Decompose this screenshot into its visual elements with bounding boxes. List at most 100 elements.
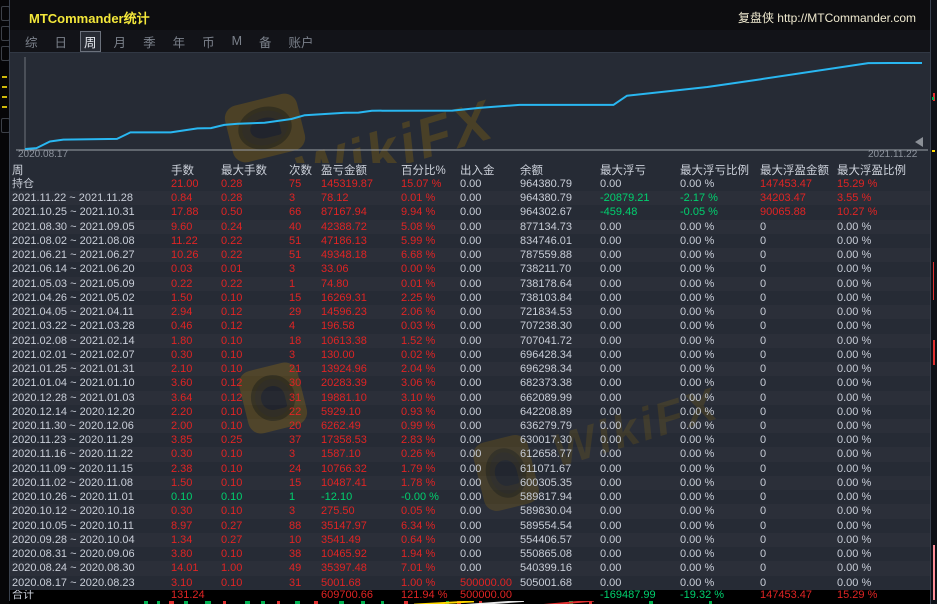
menu-item-账户[interactable]: 账户: [285, 31, 318, 52]
header-cell[interactable]: 最大手数: [221, 162, 289, 177]
header-cell[interactable]: 百分比%: [401, 162, 460, 177]
header-cell[interactable]: 最大浮亏: [600, 162, 680, 177]
cell: 0.00 %: [680, 533, 760, 547]
cell: 5.99 %: [401, 234, 460, 248]
cell: 0.00: [600, 405, 680, 419]
table-row[interactable]: 2021.08.02 ~ 2021.08.0811.220.225147186.…: [10, 234, 931, 248]
table-row[interactable]: 2021.02.01 ~ 2021.02.070.300.103130.000.…: [10, 348, 931, 362]
cell: 0.00: [460, 277, 520, 291]
table-row[interactable]: 2021.04.26 ~ 2021.05.021.500.101516269.3…: [10, 291, 931, 305]
cell: 0.00 %: [680, 405, 760, 419]
cell: 15.07 %: [401, 177, 460, 191]
cell: 0.30: [171, 504, 221, 518]
cell: 121.94 %: [401, 590, 460, 601]
cell: 1.00 %: [401, 576, 460, 590]
cell: -20879.21: [600, 191, 680, 205]
cell: 10.27 %: [837, 205, 931, 219]
cell: 0.00 %: [837, 319, 931, 333]
header-cell[interactable]: 出入金: [460, 162, 520, 177]
cell: 0: [760, 234, 837, 248]
cell: 682373.38: [520, 376, 600, 390]
cell: 40: [289, 220, 321, 234]
cell: 0.00 %: [837, 576, 931, 590]
cell: 500000.00: [460, 576, 520, 590]
menu-item-M[interactable]: M: [228, 33, 246, 49]
table-row[interactable]: 2020.10.05 ~ 2020.10.118.970.278835147.9…: [10, 519, 931, 533]
table-row[interactable]: 2021.01.25 ~ 2021.01.312.100.102113924.9…: [10, 362, 931, 376]
cell: 0.00: [600, 419, 680, 433]
header-cell[interactable]: 盈亏金额: [321, 162, 401, 177]
table-row[interactable]: 2020.11.30 ~ 2020.12.062.000.10206262.49…: [10, 419, 931, 433]
table-row[interactable]: 2020.11.16 ~ 2020.11.220.300.1031587.100…: [10, 447, 931, 461]
cell: 0.00: [600, 476, 680, 490]
menu-item-季[interactable]: 季: [139, 31, 160, 52]
cell: 196.58: [321, 319, 401, 333]
cell: 0.00 %: [680, 476, 760, 490]
table-row[interactable]: 2021.10.25 ~ 2021.10.3117.880.506687167.…: [10, 205, 931, 219]
table-row[interactable]: 2021.02.08 ~ 2021.02.141.800.101810613.3…: [10, 334, 931, 348]
header-cell[interactable]: 余额: [520, 162, 600, 177]
table-row[interactable]: 持仓21.000.2875145319.8715.07 %0.00964380.…: [10, 177, 931, 191]
table-row[interactable]: 2020.08.31 ~ 2020.09.063.800.103810465.9…: [10, 547, 931, 561]
cell: 0.10: [221, 504, 289, 518]
cell: 3: [289, 447, 321, 461]
table-row[interactable]: 2020.10.26 ~ 2020.11.010.100.101-12.10-0…: [10, 490, 931, 504]
table-row[interactable]: 2021.05.03 ~ 2021.05.090.220.22174.800.0…: [10, 277, 931, 291]
cell: 2021.04.05 ~ 2021.04.11: [10, 305, 171, 319]
table-row[interactable]: 2021.06.21 ~ 2021.06.2710.260.225149348.…: [10, 248, 931, 262]
cell: 4: [289, 319, 321, 333]
menu-item-日[interactable]: 日: [51, 31, 72, 52]
table-row[interactable]: 2020.09.28 ~ 2020.10.041.340.27103541.49…: [10, 533, 931, 547]
menu-item-周[interactable]: 周: [80, 31, 101, 52]
cell: 0.00 %: [837, 291, 931, 305]
cell: 707238.30: [520, 319, 600, 333]
table-row[interactable]: 2020.08.17 ~ 2020.08.233.100.10315001.68…: [10, 576, 931, 590]
cell: 合计: [10, 590, 171, 601]
menu-item-综[interactable]: 综: [21, 31, 42, 52]
table-row[interactable]: 2021.03.22 ~ 2021.03.280.460.124196.580.…: [10, 319, 931, 333]
table-row[interactable]: 2021.06.14 ~ 2021.06.200.030.01333.060.0…: [10, 262, 931, 276]
cell: 0.03 %: [401, 319, 460, 333]
table-row[interactable]: 2020.11.02 ~ 2020.11.081.500.101510487.4…: [10, 476, 931, 490]
cell: 2021.06.14 ~ 2021.06.20: [10, 262, 171, 276]
cell: 0.00 %: [680, 234, 760, 248]
table-row[interactable]: 2021.01.04 ~ 2021.01.103.600.123020283.3…: [10, 376, 931, 390]
table-row[interactable]: 2020.11.09 ~ 2020.11.152.380.102410766.3…: [10, 462, 931, 476]
cell: 0.00 %: [680, 376, 760, 390]
cell: 2020.12.14 ~ 2020.12.20: [10, 405, 171, 419]
table-row[interactable]: 2020.12.14 ~ 2020.12.202.200.10225929.10…: [10, 405, 931, 419]
table-row[interactable]: 2021.08.30 ~ 2021.09.059.600.244042388.7…: [10, 220, 931, 234]
table-row[interactable]: 2020.11.23 ~ 2020.11.293.850.253717358.5…: [10, 433, 931, 447]
cell: 0.00: [460, 490, 520, 504]
table-row[interactable]: 2020.10.12 ~ 2020.10.180.300.103275.500.…: [10, 504, 931, 518]
header-cell[interactable]: 最大浮盈金额: [760, 162, 837, 177]
menu-item-备[interactable]: 备: [255, 31, 276, 52]
cell: 0.99 %: [401, 419, 460, 433]
menu-item-年[interactable]: 年: [169, 31, 190, 52]
cell: 0: [760, 447, 837, 461]
cell: 31: [289, 391, 321, 405]
header-cell[interactable]: 次数: [289, 162, 321, 177]
table-row[interactable]: 2020.08.24 ~ 2020.08.3014.011.004935397.…: [10, 561, 931, 575]
cell: 49: [289, 561, 321, 575]
cell: 0.00 %: [680, 433, 760, 447]
window-title: MTCommander统计: [29, 8, 150, 27]
table-row[interactable]: 2020.12.28 ~ 2021.01.033.640.123119881.1…: [10, 391, 931, 405]
header-cell[interactable]: 最大浮亏比例: [680, 162, 760, 177]
cell: 0: [760, 248, 837, 262]
equity-line: [25, 63, 922, 149]
cell: 15: [289, 476, 321, 490]
header-cell[interactable]: 周: [10, 162, 171, 177]
cell: 2020.12.28 ~ 2021.01.03: [10, 391, 171, 405]
cell: 0.00: [600, 348, 680, 362]
table-row[interactable]: 2021.11.22 ~ 2021.11.280.840.28378.120.0…: [10, 191, 931, 205]
header-cell[interactable]: 手数: [171, 162, 221, 177]
brand-link[interactable]: 复盘侠 http://MTCommander.com: [738, 9, 916, 26]
x-axis-start-label: 2020.08.17: [18, 149, 68, 160]
menu-item-币[interactable]: 币: [198, 31, 219, 52]
menu-item-月[interactable]: 月: [110, 31, 131, 52]
cell: 0.00 %: [680, 419, 760, 433]
cell: 0.00 %: [680, 561, 760, 575]
header-cell[interactable]: 最大浮盈比例: [837, 162, 931, 177]
table-row[interactable]: 2021.04.05 ~ 2021.04.112.940.122914596.2…: [10, 305, 931, 319]
